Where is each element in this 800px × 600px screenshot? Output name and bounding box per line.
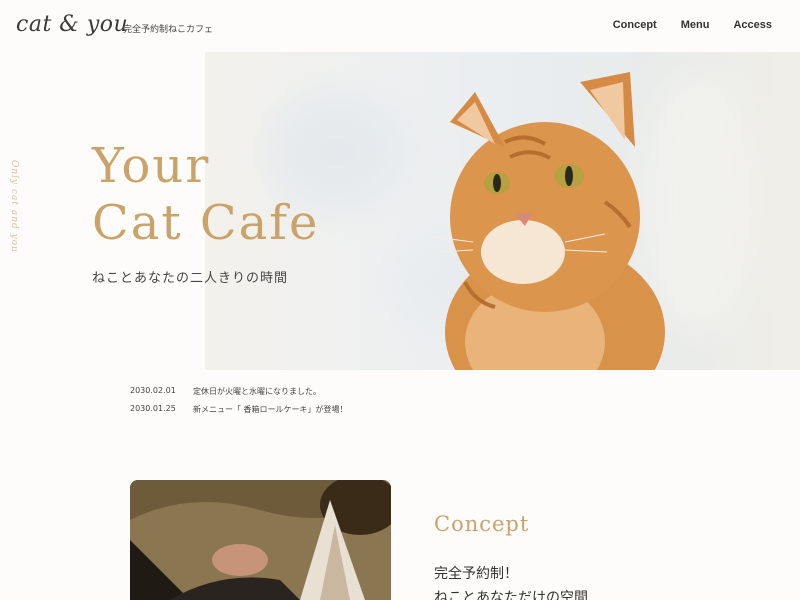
news-item[interactable]: 2030.02.01 定休日が火曜と水曜になりました。: [130, 386, 348, 404]
hero-title-line1: Your: [92, 138, 211, 194]
site-logo[interactable]: cat & you: [16, 12, 128, 37]
news-date: 2030.01.25: [130, 404, 176, 413]
news-date: 2030.02.01: [130, 386, 176, 395]
hero-title-line2: Cat Cafe: [92, 195, 320, 251]
main-nav: Concept Menu Access: [613, 19, 800, 31]
concept-text: 完全予約制！ ねことあなただけの空間: [434, 562, 588, 600]
nav-menu[interactable]: Menu: [681, 19, 710, 31]
news-text: 定休日が火曜と水曜になりました。: [193, 387, 321, 396]
concept-line2: ねことあなただけの空間: [434, 590, 588, 600]
calico-cat-image: [130, 480, 391, 600]
side-vertical-text: Only cat and you: [9, 160, 19, 253]
site-header: cat & you 完全予約制ねこカフェ Concept Menu Access: [0, 0, 800, 52]
nav-access[interactable]: Access: [733, 19, 772, 31]
hero-subtitle: ねことあなたの二人きりの時間: [92, 271, 289, 286]
hero-title: Your Cat Cafe: [92, 138, 319, 252]
news-item[interactable]: 2030.01.25 新メニュー「 香箱ロールケーキ」が登場！: [130, 404, 348, 422]
news-list: 2030.02.01 定休日が火曜と水曜になりました。 2030.01.25 新…: [130, 386, 348, 422]
nav-concept[interactable]: Concept: [613, 19, 657, 31]
site-tagline: 完全予約制ねこカフェ: [123, 25, 214, 35]
concept-photo: [130, 480, 391, 600]
concept-line1: 完全予約制！: [434, 566, 518, 582]
news-text: 新メニュー「 香箱ロールケーキ」が登場！: [193, 405, 348, 414]
concept-heading: Concept: [434, 512, 530, 536]
